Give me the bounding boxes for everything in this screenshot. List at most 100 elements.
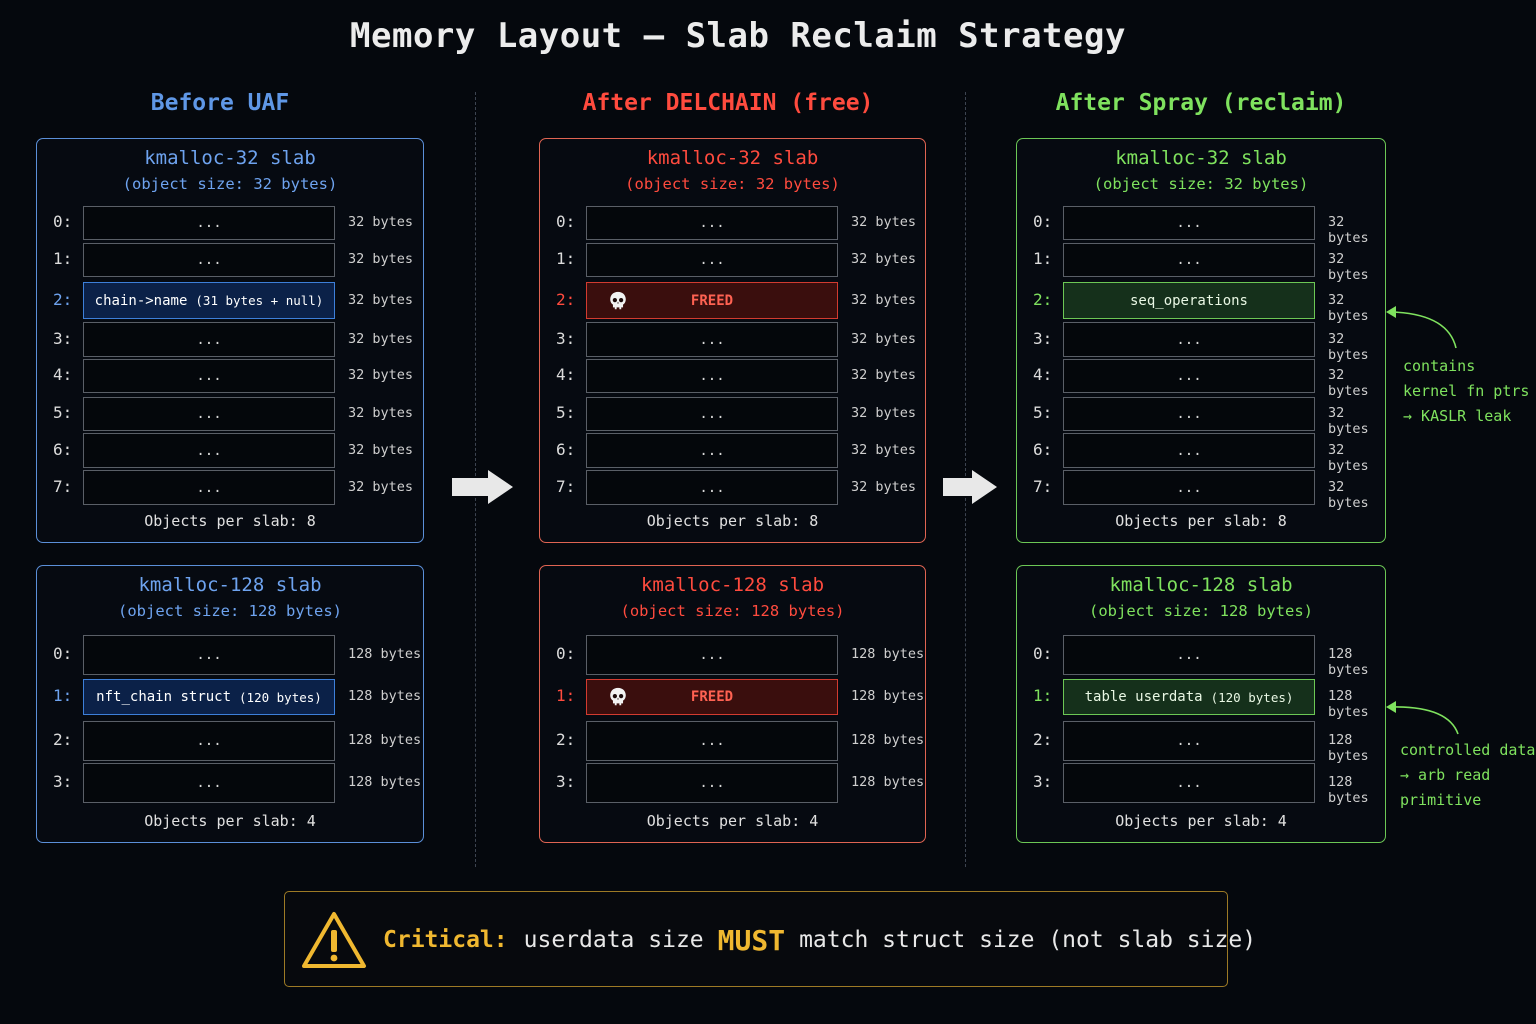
slot-object-highlighted: table userdata (120 bytes) xyxy=(1063,679,1315,715)
critical-callout: Critical: userdata size MUST match struc… xyxy=(284,891,1256,987)
column-divider xyxy=(965,92,966,867)
slot-size: 128 bytes xyxy=(851,646,925,662)
slot-index: 3: xyxy=(1033,328,1053,348)
objects-per-slab: Objects per slab: 8 xyxy=(144,512,316,530)
slot-size: 32 bytes xyxy=(348,291,414,308)
slot-size: 32 bytes xyxy=(1328,405,1369,437)
slot-index: 1: xyxy=(556,249,576,268)
slot-index: 4: xyxy=(1033,365,1053,384)
column-title-after-delchain: After DELCHAIN (free) xyxy=(582,90,874,116)
slot-object: ... xyxy=(1063,470,1315,505)
slot-object-highlighted: seq_operations xyxy=(1063,282,1315,319)
slot-size: 32 bytes xyxy=(348,214,414,230)
slot-size: 32 bytes xyxy=(348,478,414,495)
slot-size: 32 bytes xyxy=(851,214,917,230)
slot-size: 32 bytes xyxy=(348,405,414,421)
slot-object-highlighted: FREED xyxy=(586,282,838,319)
slot-index: 5: xyxy=(53,403,73,422)
slot-object: ... xyxy=(586,635,838,675)
slot-label: ... xyxy=(1176,406,1202,422)
slab-subtitle: (object size: 128 bytes) xyxy=(118,602,342,620)
slot-label: ... xyxy=(699,406,725,422)
slab-subtitle: (object size: 128 bytes) xyxy=(1089,602,1313,620)
slot-index: 7: xyxy=(556,476,576,496)
slab-title: kmalloc-32 slab xyxy=(646,147,819,169)
slot-size: 32 bytes xyxy=(851,441,917,458)
slot-size: 32 bytes xyxy=(1328,478,1369,511)
slot-label: ... xyxy=(699,442,725,459)
critical-emphasis: MUST xyxy=(717,923,786,957)
slot-size: 32 bytes xyxy=(851,478,917,495)
slot-size: 128 bytes xyxy=(348,646,422,662)
slot-size: 128 bytes xyxy=(348,732,422,748)
slot-object: ... xyxy=(586,721,838,761)
slot-label: ... xyxy=(699,479,725,496)
slot-label: ... xyxy=(196,406,222,422)
curved-arrow-icon xyxy=(1386,306,1457,349)
slot-object: ... xyxy=(83,322,335,357)
slot-index: 4: xyxy=(53,365,73,384)
slot-size: 128 bytes xyxy=(348,688,422,704)
slot-object: ... xyxy=(586,322,838,357)
slot-label: ... xyxy=(699,215,725,231)
slab-title: kmalloc-128 slab xyxy=(640,574,825,596)
slot-label: FREED xyxy=(690,689,734,705)
annotation-line: → KASLR leak xyxy=(1403,407,1512,425)
slot-index: 0: xyxy=(556,644,576,663)
slot-size: 32 bytes xyxy=(1328,367,1369,399)
slab-title: kmalloc-32 slab xyxy=(1115,147,1287,169)
slot-size: 128 bytes xyxy=(851,774,925,790)
slot-index: 2: xyxy=(1033,289,1053,309)
slot-index: 0: xyxy=(1033,644,1053,663)
slab-subtitle: (object size: 128 bytes) xyxy=(620,602,845,620)
slot-size: 32 bytes xyxy=(851,405,917,421)
slot-index: 2: xyxy=(1033,730,1053,749)
slot-label: seq_operations xyxy=(1129,292,1248,309)
slot-object: ... xyxy=(83,397,335,431)
objects-per-slab: Objects per slab: 8 xyxy=(646,512,819,530)
slot-label: ... xyxy=(1176,442,1202,459)
slot-label: ... xyxy=(196,442,222,459)
slot-object: ... xyxy=(586,763,838,803)
slot-label: ... xyxy=(1176,331,1202,348)
slot-size: 32 bytes xyxy=(348,441,414,458)
slot-object-highlighted: chain->name (31 bytes + null) xyxy=(83,282,335,319)
slot-size: 32 bytes xyxy=(348,330,414,347)
slot-index: 6: xyxy=(1033,439,1053,459)
slot-index: 3: xyxy=(53,328,73,348)
slot-label: ... xyxy=(699,252,725,268)
slot-size: 32 bytes xyxy=(1328,251,1369,283)
column-title-before-uaf: Before UAF xyxy=(150,90,290,116)
slot-index: 1: xyxy=(556,686,576,705)
slot-label: ... xyxy=(1176,479,1202,496)
slot-label: ... xyxy=(1176,775,1202,791)
annotation-line: kernel fn ptrs xyxy=(1403,382,1530,400)
slot-index: 1: xyxy=(1033,249,1053,268)
objects-per-slab: Objects per slab: 8 xyxy=(1115,512,1287,530)
slot-index: 4: xyxy=(556,365,576,384)
annotation-arb-read: controlled data → arb read primitive xyxy=(1400,738,1535,813)
slot-object-highlighted: FREED xyxy=(586,679,838,715)
slab-panel-kmalloc-128: kmalloc-128 slab (object size: 128 bytes)… xyxy=(539,565,926,843)
slot-object: ... xyxy=(83,763,335,803)
slot-index: 6: xyxy=(53,439,73,459)
column-divider xyxy=(475,92,476,867)
slab-title: kmalloc-32 slab xyxy=(144,147,316,169)
slot-object: ... xyxy=(83,206,335,240)
slot-object: ... xyxy=(1063,206,1315,240)
slot-object: ... xyxy=(83,433,335,468)
slot-object: ... xyxy=(83,243,335,277)
critical-text-end: match struct size (not slab size) xyxy=(799,927,1257,953)
slot-index: 3: xyxy=(556,328,576,348)
slot-index: 0: xyxy=(53,212,73,231)
slot-size: 32 bytes xyxy=(851,330,917,347)
slab-panel-kmalloc-32: kmalloc-32 slab (object size: 32 bytes) 0:… xyxy=(1016,138,1386,543)
annotation-line: controlled data xyxy=(1400,741,1536,759)
slot-size: 128 bytes xyxy=(1328,688,1369,720)
slot-size: 128 bytes xyxy=(1328,732,1369,764)
slot-size: 128 bytes xyxy=(1328,646,1369,678)
slab-panel-kmalloc-32: kmalloc-32 slab (object size: 32 bytes) 0:… xyxy=(539,138,926,543)
slot-label: ... xyxy=(196,733,222,749)
objects-per-slab: Objects per slab: 4 xyxy=(646,812,819,830)
slot-index: 1: xyxy=(53,686,73,705)
